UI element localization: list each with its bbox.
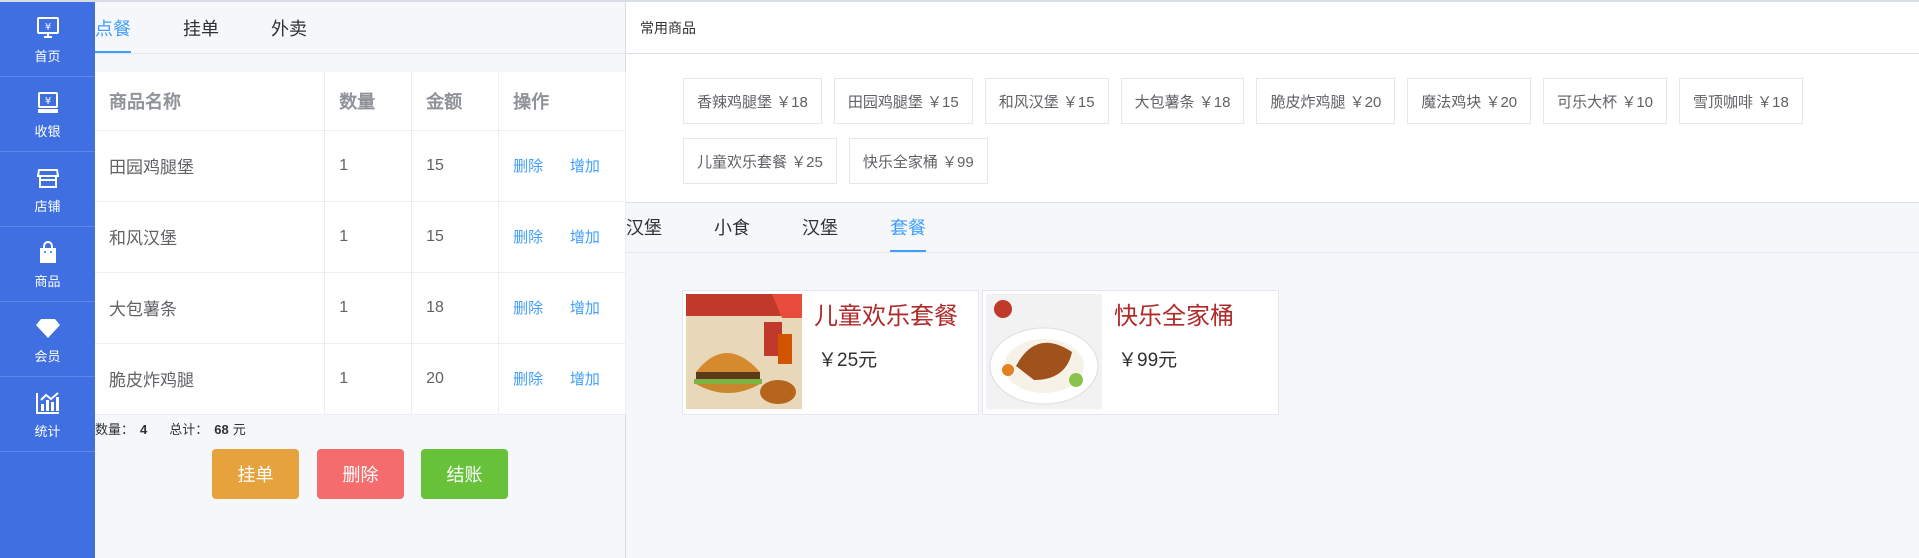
svg-text:¥: ¥ — [44, 96, 50, 107]
column-header: 商品名称 — [95, 72, 326, 131]
sidebar-item-stats[interactable]: 统计 — [0, 377, 95, 452]
order-tabs: 点餐 挂单 外卖 — [95, 2, 625, 54]
table-row: 脆皮炸鸡腿 1 20 删除 增加 — [95, 343, 626, 415]
food-info: 儿童欢乐套餐 ￥25元 — [802, 294, 958, 411]
order-table: 商品名称 数量 金额 操作 田园鸡腿堡 1 15 删除 增加 和风汉堡 1 15… — [95, 72, 626, 415]
sidebar-item-label: 会员 — [34, 348, 61, 364]
cell-qty: 1 — [324, 130, 413, 202]
sidebar-item-goods[interactable]: 商品 — [0, 227, 95, 302]
checkout-button[interactable]: 结账 — [421, 449, 508, 499]
common-goods-title: 常用商品 — [626, 2, 1919, 54]
cell-name: 大包薯条 — [95, 272, 326, 344]
cell-amount: 15 — [411, 201, 500, 273]
cashier-icon: ¥ — [34, 89, 62, 117]
app-root: ¥ 首页 ¥ 收银 店铺 商品 会员 统计 点餐 挂单 外卖 商品名称 数量 金… — [0, 0, 1919, 558]
food-price: ￥25元 — [818, 350, 878, 371]
common-goods-item[interactable]: 儿童欢乐套餐 ￥25 — [683, 138, 837, 184]
add-link[interactable]: 增加 — [570, 300, 600, 317]
delete-order-button[interactable]: 删除 — [317, 449, 404, 499]
home-monitor-icon: ¥ — [34, 14, 62, 42]
food-info: 快乐全家桶 ￥99元 — [1102, 294, 1234, 411]
food-card[interactable]: 儿童欢乐套餐 ￥25元 — [682, 290, 979, 415]
category-tabs: 汉堡 小食 汉堡 套餐 — [626, 203, 1919, 253]
cell-amount: 15 — [411, 130, 500, 202]
cell-ops: 删除 增加 — [498, 201, 626, 273]
total-value: 68 — [214, 422, 229, 437]
table-row: 大包薯条 1 18 删除 增加 — [95, 272, 626, 344]
common-goods-item[interactable]: 快乐全家桶 ￥99 — [848, 138, 988, 184]
goods-bag-icon — [34, 239, 62, 267]
column-header: 操作 — [498, 72, 626, 131]
total-unit: 元 — [232, 422, 246, 437]
chart-icon — [34, 389, 62, 417]
delete-link[interactable]: 删除 — [513, 158, 543, 175]
cell-ops: 删除 增加 — [498, 130, 626, 202]
cell-amount: 18 — [411, 272, 500, 344]
add-link[interactable]: 增加 — [570, 158, 600, 175]
sidebar: ¥ 首页 ¥ 收银 店铺 商品 会员 统计 — [0, 2, 95, 558]
column-header: 数量 — [324, 72, 413, 131]
tab-order[interactable]: 点餐 — [95, 15, 131, 53]
order-panel: 点餐 挂单 外卖 商品名称 数量 金额 操作 田园鸡腿堡 1 15 删除 增加 … — [95, 2, 626, 558]
tab-category-burger[interactable]: 汉堡 — [626, 214, 662, 252]
delete-link[interactable]: 删除 — [513, 371, 543, 388]
cell-ops: 删除 增加 — [498, 343, 626, 415]
sidebar-item-label: 店铺 — [34, 198, 61, 214]
family-bucket-image — [986, 294, 1102, 409]
table-row: 和风汉堡 1 15 删除 增加 — [95, 201, 626, 273]
sidebar-item-store[interactable]: 店铺 — [0, 152, 95, 227]
common-goods-item[interactable]: 田园鸡腿堡 ￥15 — [833, 78, 973, 124]
tab-takeout[interactable]: 外卖 — [271, 15, 307, 53]
food-price: ￥99元 — [1118, 350, 1178, 371]
tab-hang[interactable]: 挂单 — [183, 15, 219, 53]
kids-combo-image — [686, 294, 802, 409]
food-name: 儿童欢乐套餐 — [814, 303, 958, 330]
sidebar-item-label: 统计 — [34, 423, 61, 439]
tab-category-burger-2[interactable]: 汉堡 — [802, 214, 838, 252]
svg-text:¥: ¥ — [44, 22, 50, 33]
diamond-icon — [34, 314, 62, 342]
count-label: 数量： — [95, 422, 135, 437]
tab-category-combo[interactable]: 套餐 — [890, 214, 926, 252]
food-card[interactable]: 快乐全家桶 ￥99元 — [982, 290, 1279, 415]
cell-amount: 20 — [411, 343, 500, 415]
sidebar-item-cashier[interactable]: ¥ 收银 — [0, 77, 95, 152]
hang-order-button[interactable]: 挂单 — [212, 449, 299, 499]
sidebar-item-member[interactable]: 会员 — [0, 302, 95, 377]
common-goods-item[interactable]: 魔法鸡块 ￥20 — [1407, 78, 1532, 124]
goods-panel: 常用商品 香辣鸡腿堡 ￥18 田园鸡腿堡 ￥15 和风汉堡 ￥15 大包薯条 ￥… — [626, 2, 1919, 558]
table-header-row: 商品名称 数量 金额 操作 — [95, 72, 626, 131]
order-summary: 数量： 4 总计： 68 元 — [95, 419, 246, 438]
cell-name: 田园鸡腿堡 — [95, 130, 326, 202]
common-goods-list: 香辣鸡腿堡 ￥18 田园鸡腿堡 ￥15 和风汉堡 ￥15 大包薯条 ￥18 脆皮… — [626, 54, 1919, 203]
food-list: 儿童欢乐套餐 ￥25元 快乐全家桶 ￥99元 — [682, 290, 1282, 415]
delete-link[interactable]: 删除 — [513, 229, 543, 246]
cell-qty: 1 — [324, 343, 413, 415]
common-goods-item[interactable]: 香辣鸡腿堡 ￥18 — [683, 78, 822, 124]
cell-qty: 1 — [324, 201, 413, 273]
food-name: 快乐全家桶 — [1114, 303, 1234, 330]
table-row: 田园鸡腿堡 1 15 删除 增加 — [95, 130, 626, 202]
store-icon — [34, 164, 62, 192]
column-header: 金额 — [411, 72, 500, 131]
total-label: 总计： — [169, 422, 209, 437]
sidebar-item-label: 首页 — [34, 48, 61, 64]
common-goods-item[interactable]: 脆皮炸鸡腿 ￥20 — [1256, 78, 1396, 124]
common-goods-item[interactable]: 雪顶咖啡 ￥18 — [1679, 78, 1803, 124]
cell-ops: 删除 增加 — [498, 272, 626, 344]
sidebar-item-label: 收银 — [34, 123, 61, 139]
sidebar-item-home[interactable]: ¥ 首页 — [0, 2, 95, 77]
cell-name: 脆皮炸鸡腿 — [95, 343, 326, 415]
tab-category-snack[interactable]: 小食 — [714, 214, 750, 252]
sidebar-item-label: 商品 — [34, 273, 61, 289]
cell-name: 和风汉堡 — [95, 201, 326, 273]
common-goods-item[interactable]: 大包薯条 ￥18 — [1120, 78, 1245, 124]
count-value: 4 — [140, 422, 148, 437]
common-goods-item[interactable]: 和风汉堡 ￥15 — [984, 78, 1109, 124]
add-link[interactable]: 增加 — [570, 229, 600, 246]
add-link[interactable]: 增加 — [570, 371, 600, 388]
cell-qty: 1 — [324, 272, 413, 344]
common-goods-item[interactable]: 可乐大杯 ￥10 — [1543, 78, 1668, 124]
delete-link[interactable]: 删除 — [513, 300, 543, 317]
